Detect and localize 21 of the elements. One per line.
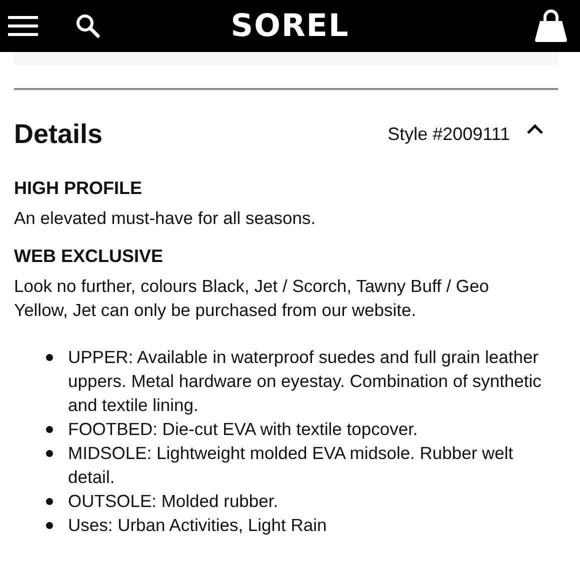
section-title: Details <box>14 118 104 150</box>
feature-text: OUTSOLE: Molded rubber. <box>68 490 278 513</box>
shopping-bag-icon[interactable] <box>534 9 568 43</box>
bullet-icon <box>46 522 53 529</box>
feature-text: UPPER: Available in waterproof suedes and full grain leather uppers. Metal hardware on eyestay. Combination of synthetic and textile lining. <box>68 346 542 417</box>
menu-icon[interactable] <box>8 15 38 37</box>
caret-icon[interactable] <box>526 123 544 135</box>
bullet-icon <box>46 426 53 433</box>
subheading: HIGH PROFILE <box>14 177 144 200</box>
subheading: WEB EXCLUSIVE <box>14 245 164 268</box>
bullet-icon <box>46 498 53 505</box>
feature-text: MIDSOLE: Lightweight molded EVA midsole. Rubber welt detail. <box>68 442 514 489</box>
feature-text: FOOTBED: Die-cut EVA with textile topcover. <box>68 418 418 441</box>
feature-text: Uses: Urban Activities, Light Rain <box>68 514 327 537</box>
bullet-icon <box>46 354 53 361</box>
description-text: An elevated must-have for all seasons. <box>14 207 317 230</box>
style-number: Style #2009111 <box>388 124 510 144</box>
logo[interactable]: SOREL <box>230 8 350 44</box>
bullet-icon <box>46 450 53 457</box>
search-icon[interactable] <box>75 13 101 39</box>
description-text: Look no further, colours Black, Jet / Scorch, Tawny Buff / Geo Yellow, Jet can only be purchased from our website. <box>14 275 490 322</box>
